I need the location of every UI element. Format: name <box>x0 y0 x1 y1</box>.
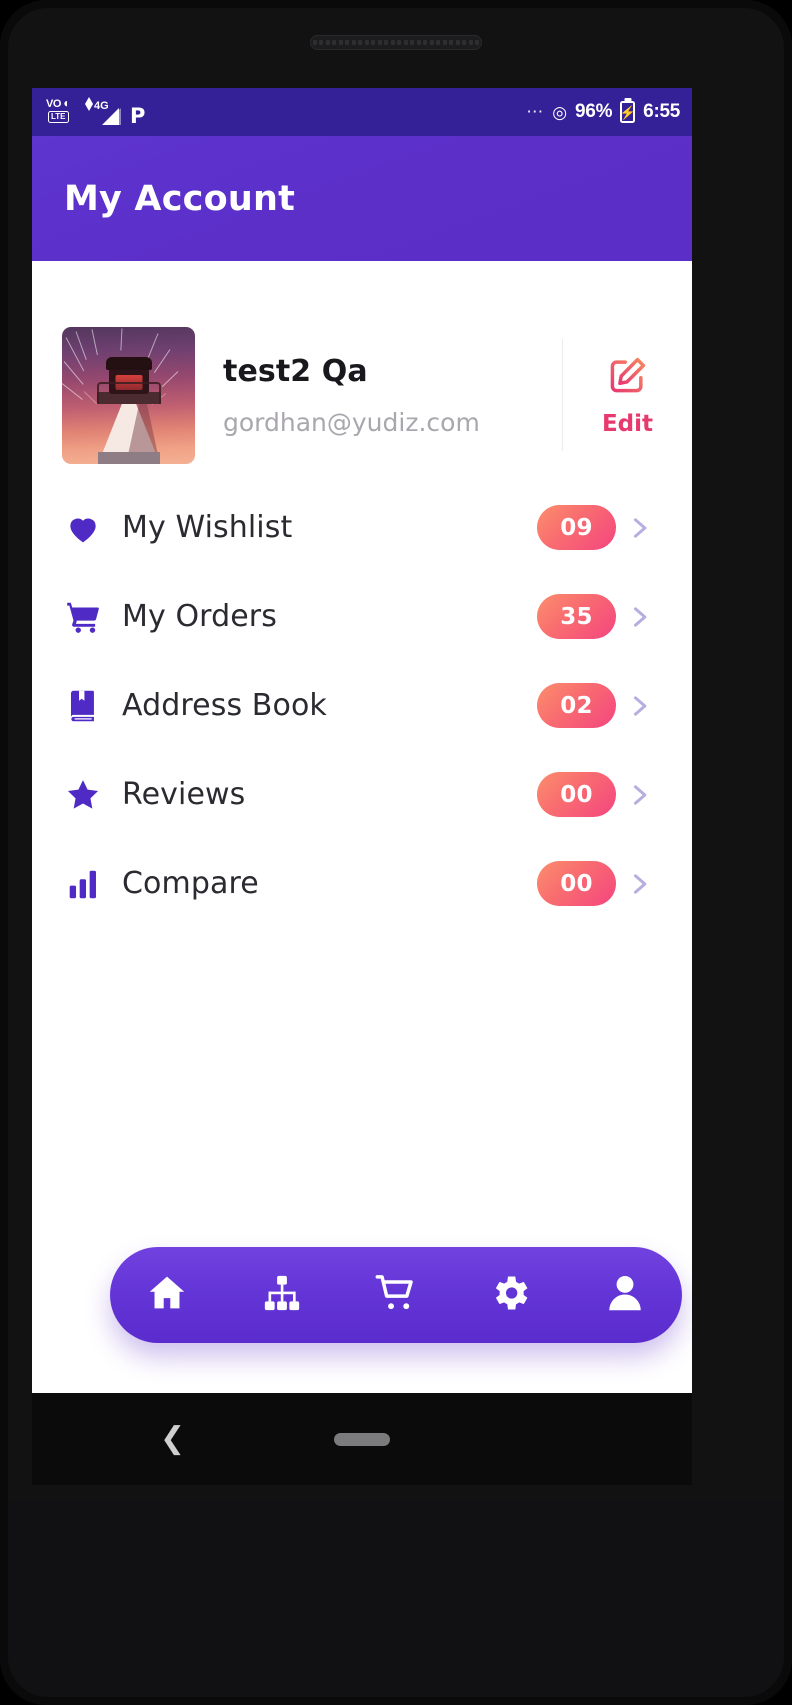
cart-icon <box>64 598 110 636</box>
lighthouse-railing <box>96 381 161 404</box>
chevron-right-icon[interactable] <box>616 781 662 809</box>
menu-item-compare[interactable]: Compare 00 <box>32 839 692 928</box>
app-bar: My Account <box>32 136 692 261</box>
profile-name: test2 Qa <box>223 353 368 389</box>
page-title: My Account <box>64 178 296 219</box>
hotspot-icon: ◎ <box>552 102 568 122</box>
chevron-right-icon[interactable] <box>616 870 662 898</box>
menu-item-label: My Orders <box>122 599 277 634</box>
menu-item-orders[interactable]: My Orders 35 <box>32 572 692 661</box>
battery-percent: 96% <box>575 101 613 122</box>
sitemap-icon <box>261 1272 303 1319</box>
phone-device-frame: VO ◖ LTE 4G P ⋯ ◎ 96% ⚡ 6:55 My Account … <box>0 0 792 1705</box>
menu-item-count-badge: 00 <box>537 772 616 817</box>
nav-cart[interactable] <box>357 1256 435 1334</box>
signal-4g-icon: 4G <box>85 97 121 127</box>
star-icon <box>64 776 110 814</box>
menu-item-count-badge: 02 <box>537 683 616 728</box>
avatar-wrap <box>32 326 195 464</box>
nav-home[interactable] <box>128 1256 206 1334</box>
lighthouse-base <box>97 451 160 464</box>
menu-item-count-badge: 35 <box>537 594 616 639</box>
cart-icon <box>374 1271 418 1320</box>
lighthouse-roof <box>105 356 152 370</box>
bottom-navigation-bar <box>110 1247 682 1343</box>
menu-item-label: Address Book <box>122 688 327 723</box>
profile-info: test2 Qa gordhan@yudiz.com <box>195 354 562 437</box>
status-bar-left: VO ◖ LTE 4G P <box>46 97 145 127</box>
status-bar: VO ◖ LTE 4G P ⋯ ◎ 96% ⚡ 6:55 <box>32 88 692 136</box>
p-icon: P <box>130 104 146 128</box>
edit-pencil-square-icon <box>606 353 650 402</box>
android-system-nav: ❮ <box>32 1393 692 1485</box>
menu-item-label: My Wishlist <box>122 510 293 545</box>
overflow-dots-icon: ⋯ <box>526 102 545 121</box>
content-sheet: test2 Qa gordhan@yudiz.com Edit My Wishl… <box>32 289 692 1393</box>
profile-section: test2 Qa gordhan@yudiz.com Edit <box>32 289 692 465</box>
chevron-right-icon[interactable] <box>616 692 662 720</box>
account-menu-list: My Wishlist 09 My Orders 35 Address Book… <box>32 465 692 928</box>
status-bar-right: ⋯ ◎ 96% ⚡ 6:55 <box>526 101 680 123</box>
chevron-right-icon[interactable] <box>616 514 662 542</box>
heart-icon <box>64 509 110 547</box>
profile-email: gordhan@yudiz.com <box>223 407 480 437</box>
home-pill-icon[interactable] <box>334 1432 390 1446</box>
edit-label: Edit <box>601 411 654 437</box>
earpiece-speaker <box>310 35 482 50</box>
menu-item-reviews[interactable]: Reviews 00 <box>32 750 692 839</box>
volte-icon: VO ◖ LTE <box>46 96 70 123</box>
battery-charging-icon: ⚡ <box>620 101 636 123</box>
back-chevron-icon[interactable]: ❮ <box>160 1424 185 1454</box>
menu-item-label: Reviews <box>122 777 246 812</box>
menu-item-address-book[interactable]: Address Book 02 <box>32 661 692 750</box>
menu-item-label: Compare <box>122 866 259 901</box>
device-bottom-chin <box>8 1500 784 1697</box>
menu-item-count-badge: 09 <box>537 505 616 550</box>
chevron-right-icon[interactable] <box>616 603 662 631</box>
menu-item-wishlist[interactable]: My Wishlist 09 <box>32 483 692 572</box>
gear-icon <box>488 1271 532 1320</box>
phone-screen: VO ◖ LTE 4G P ⋯ ◎ 96% ⚡ 6:55 My Account … <box>32 88 692 1393</box>
nav-account[interactable] <box>586 1256 664 1334</box>
lighthouse-avatar[interactable] <box>62 326 195 464</box>
home-icon <box>145 1271 189 1320</box>
status-bar-clock: 6:55 <box>643 101 680 122</box>
menu-item-count-badge: 00 <box>537 861 616 906</box>
compare-bars-icon <box>64 865 110 903</box>
nav-settings[interactable] <box>471 1256 549 1334</box>
nav-categories[interactable] <box>243 1256 321 1334</box>
edit-profile-button[interactable]: Edit <box>562 339 692 451</box>
book-icon <box>64 687 110 725</box>
person-icon <box>603 1271 647 1320</box>
